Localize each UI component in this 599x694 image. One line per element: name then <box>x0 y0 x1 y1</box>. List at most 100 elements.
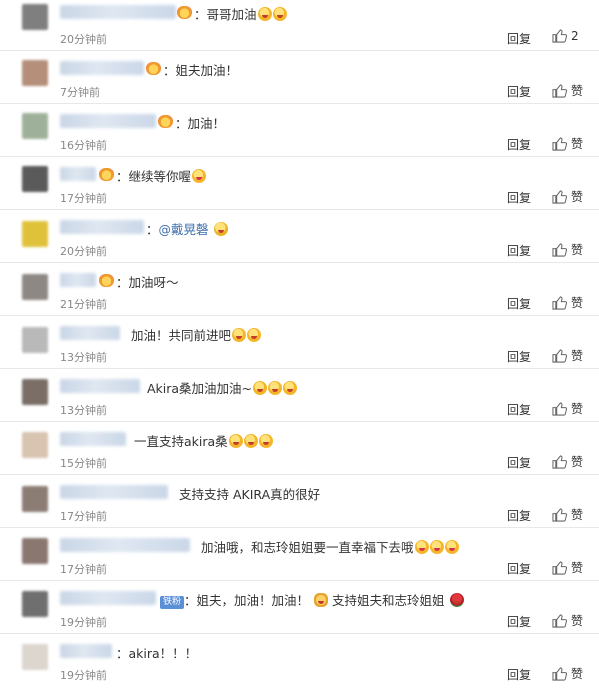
comment-row: Akira桑加油加油~ 13分钟前 回复 赞 <box>0 369 599 422</box>
heart-eyes-emoji-icon <box>444 540 459 554</box>
comment-row: ：哥哥加油 20分钟前 回复 2 <box>0 0 599 51</box>
comment-row: 支持支持 AKIRA真的很好 17分钟前 回复 赞 <box>0 475 599 528</box>
avatar[interactable] <box>22 327 48 353</box>
comment-text: ：继续等你喔 <box>116 166 207 185</box>
like-count: 赞 <box>571 190 584 204</box>
comment-text: 铁粉 ：姐夫，加油！加油！ 支持姐夫和志玲姐姐 <box>160 590 464 609</box>
member-badge-icon <box>99 168 114 181</box>
username[interactable] <box>60 326 120 340</box>
comment-text: 一直支持akira桑 <box>134 431 273 450</box>
username[interactable] <box>60 5 176 19</box>
avatar[interactable] <box>22 60 48 86</box>
like-button[interactable]: 赞 <box>552 241 583 258</box>
avatar[interactable] <box>22 274 48 300</box>
reply-button[interactable]: 回复 <box>507 136 531 153</box>
comment-time: 17分钟前 <box>60 563 107 576</box>
comment-time: 16分钟前 <box>60 139 107 152</box>
username[interactable] <box>60 432 126 446</box>
avatar[interactable] <box>22 166 48 192</box>
username[interactable] <box>60 485 168 499</box>
member-badge-icon <box>146 62 161 75</box>
username[interactable] <box>60 61 144 75</box>
reply-button[interactable]: 回复 <box>507 560 531 577</box>
like-count: 赞 <box>571 508 584 522</box>
username[interactable] <box>60 591 156 605</box>
thumbs-up-icon <box>552 295 567 310</box>
like-button[interactable]: 赞 <box>552 612 583 629</box>
avatar[interactable] <box>22 221 48 247</box>
reply-button[interactable]: 回复 <box>507 454 531 471</box>
emoji-icon <box>253 381 268 395</box>
like-count: 2 <box>571 29 579 43</box>
like-button[interactable]: 赞 <box>552 347 583 364</box>
avatar[interactable] <box>22 644 48 670</box>
comment-row: ：@戴晃磬 20分钟前 回复 赞 <box>0 210 599 263</box>
avatar[interactable] <box>22 591 48 617</box>
reply-button[interactable]: 回复 <box>507 348 531 365</box>
comment-text: 加油！共同前进吧 <box>131 325 262 344</box>
avatar[interactable] <box>22 432 48 458</box>
comment-time: 15分钟前 <box>60 457 107 470</box>
member-badge-icon <box>99 274 114 287</box>
user-mention-link[interactable]: @戴晃磬 <box>159 222 209 237</box>
comment-text: ：姐夫加油！ <box>163 63 239 78</box>
like-button[interactable]: 2 <box>552 29 579 43</box>
username[interactable] <box>60 644 112 658</box>
like-button[interactable]: 赞 <box>552 453 583 470</box>
like-button[interactable]: 赞 <box>552 294 583 311</box>
like-button[interactable]: 赞 <box>552 82 583 99</box>
avatar[interactable] <box>22 113 48 139</box>
heart-eyes-emoji-icon <box>192 169 207 183</box>
like-count: 赞 <box>571 667 584 681</box>
username[interactable] <box>60 167 96 181</box>
like-count: 赞 <box>571 402 584 416</box>
like-button[interactable]: 赞 <box>552 188 583 205</box>
like-count: 赞 <box>571 137 584 151</box>
avatar[interactable] <box>22 486 48 512</box>
reply-button[interactable]: 回复 <box>507 30 531 47</box>
comment-text: ：加油！ <box>175 116 226 131</box>
like-count: 赞 <box>571 296 584 310</box>
username[interactable] <box>60 273 96 287</box>
username[interactable] <box>60 114 156 128</box>
reply-button[interactable]: 回复 <box>507 401 531 418</box>
comment-row: 一直支持akira桑 15分钟前 回复 赞 <box>0 422 599 475</box>
reply-button[interactable]: 回复 <box>507 189 531 206</box>
heart-eyes-emoji-icon <box>414 540 429 554</box>
thumbs-up-icon <box>552 136 567 151</box>
emoji-icon <box>228 434 243 448</box>
emoji-icon <box>247 328 262 342</box>
avatar[interactable] <box>22 4 48 30</box>
like-button[interactable]: 赞 <box>552 135 583 152</box>
comment-row: ：继续等你喔 17分钟前 回复 赞 <box>0 157 599 210</box>
like-count: 赞 <box>571 614 584 628</box>
thumbs-up-icon <box>552 29 567 43</box>
reply-button[interactable]: 回复 <box>507 666 531 683</box>
comment-text: 加油哦，和志玲姐姐要一直幸福下去哦 <box>201 537 459 556</box>
comment-time: 19分钟前 <box>60 616 107 629</box>
comment-row: ：加油呀～ 21分钟前 回复 赞 <box>0 263 599 316</box>
avatar[interactable] <box>22 379 48 405</box>
reply-button[interactable]: 回复 <box>507 242 531 259</box>
reply-button[interactable]: 回复 <box>507 295 531 312</box>
thumbs-up-icon <box>552 348 567 363</box>
comment-row: 加油哦，和志玲姐姐要一直幸福下去哦 17分钟前 回复 赞 <box>0 528 599 581</box>
username[interactable] <box>60 538 190 552</box>
comment-text: ：akira！！！ <box>116 646 198 661</box>
reply-button[interactable]: 回复 <box>507 83 531 100</box>
reply-button[interactable]: 回复 <box>507 507 531 524</box>
like-button[interactable]: 赞 <box>552 506 583 523</box>
username[interactable] <box>60 379 140 393</box>
reply-button[interactable]: 回复 <box>507 613 531 630</box>
comment-time: 13分钟前 <box>60 404 107 417</box>
like-button[interactable]: 赞 <box>552 665 583 682</box>
avatar[interactable] <box>22 538 48 564</box>
like-button[interactable]: 赞 <box>552 559 583 576</box>
emoji-icon <box>268 381 283 395</box>
like-count: 赞 <box>571 349 584 363</box>
username[interactable] <box>60 220 144 234</box>
comment-list: ：哥哥加油 20分钟前 回复 2 ：姐夫加油！ 7分钟前 回复 赞 ：加油！ 1… <box>0 0 599 694</box>
heart-eyes-emoji-icon <box>429 540 444 554</box>
like-button[interactable]: 赞 <box>552 400 583 417</box>
member-badge-icon <box>158 115 173 128</box>
